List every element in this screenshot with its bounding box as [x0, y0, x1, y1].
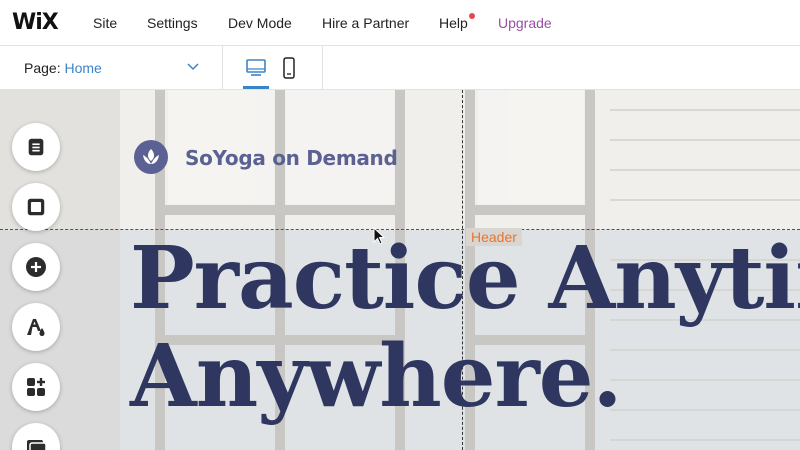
mobile-icon[interactable]: [282, 57, 296, 79]
menu-upgrade[interactable]: Upgrade: [498, 15, 552, 31]
page-toolbar: Page: Home: [0, 46, 800, 90]
menu-help[interactable]: Help: [439, 15, 468, 31]
pages-icon: [28, 138, 44, 156]
menu-settings[interactable]: Settings: [147, 15, 198, 31]
menu-site[interactable]: Site: [93, 15, 117, 31]
editor-canvas[interactable]: Header SoYoga on Demand Practice Anytime…: [0, 90, 800, 450]
hero-headline[interactable]: Practice Anytime Anywhere.: [130, 230, 800, 426]
desktop-selected-indicator: [243, 86, 269, 89]
top-bar: WiX Site Settings Dev Mode Hire a Partne…: [0, 0, 800, 46]
page-selector-value: Home: [64, 60, 102, 76]
headline-line-1: Practice Anytime: [130, 228, 800, 329]
headline-line-2: Anywhere.: [130, 326, 622, 427]
desktop-icon[interactable]: [245, 58, 267, 78]
background-icon: [27, 198, 45, 216]
media-icon: [27, 440, 47, 450]
chevron-down-icon[interactable]: [186, 60, 200, 74]
theme-button[interactable]: [12, 303, 60, 351]
page-selector-label: Page:: [24, 60, 61, 76]
site-name[interactable]: SoYoga on Demand: [185, 146, 398, 170]
wix-logo[interactable]: WiX: [12, 10, 59, 35]
add-button[interactable]: [12, 243, 60, 291]
page-selector[interactable]: Page: Home: [24, 60, 102, 76]
theme-icon: [27, 319, 45, 336]
toolbar-divider: [222, 46, 223, 90]
help-notification-dot: [469, 13, 475, 19]
lotus-icon: [143, 149, 159, 164]
menu-dev-mode[interactable]: Dev Mode: [228, 15, 292, 31]
mouse-cursor-icon: [373, 227, 385, 245]
add-icon: [26, 257, 46, 277]
apps-icon: [27, 378, 45, 396]
pages-button[interactable]: [12, 123, 60, 171]
background-button[interactable]: [12, 183, 60, 231]
apps-button[interactable]: [12, 363, 60, 411]
site-logo[interactable]: [134, 140, 168, 174]
toolbar-divider: [322, 46, 323, 90]
menu-hire-a-partner[interactable]: Hire a Partner: [322, 15, 409, 31]
